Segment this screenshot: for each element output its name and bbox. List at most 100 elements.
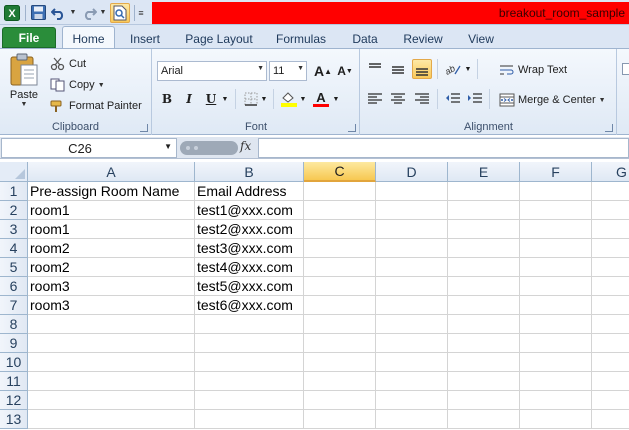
- font-size-dropdown-icon[interactable]: ▼: [297, 65, 304, 72]
- cell-f5[interactable]: [520, 258, 592, 277]
- tab-view[interactable]: View: [458, 29, 504, 49]
- cell-d11[interactable]: [376, 372, 448, 391]
- cell-g10[interactable]: [592, 353, 629, 372]
- worksheet-grid[interactable]: ABCDEFG 1 2 3 4 5 6 7 8 9 10 11 12 13 Pre-assign Roo…: [0, 162, 629, 430]
- row-header-5[interactable]: 5: [0, 258, 28, 277]
- cell-c1[interactable]: [304, 182, 376, 201]
- column-header-d[interactable]: D: [376, 162, 448, 182]
- orientation-icon[interactable]: ab: [443, 59, 463, 79]
- cell-g3[interactable]: [592, 220, 629, 239]
- underline-button[interactable]: U: [201, 89, 221, 109]
- cell-a3[interactable]: room1: [28, 220, 195, 239]
- cell-c5[interactable]: [304, 258, 376, 277]
- cell-f7[interactable]: [520, 296, 592, 315]
- cell-b11[interactable]: [195, 372, 304, 391]
- tab-formulas[interactable]: Formulas: [268, 29, 334, 49]
- cell-f1[interactable]: [520, 182, 592, 201]
- cell-d12[interactable]: [376, 391, 448, 410]
- merge-center-button[interactable]: Merge & Center ▼: [499, 91, 606, 109]
- row-header-12[interactable]: 12: [0, 391, 28, 410]
- cell-b4[interactable]: test3@xxx.com: [195, 239, 304, 258]
- cell-c8[interactable]: [304, 315, 376, 334]
- cell-e13[interactable]: [448, 410, 520, 429]
- copy-button[interactable]: Copy ▼: [50, 76, 105, 94]
- cell-f10[interactable]: [520, 353, 592, 372]
- cell-e8[interactable]: [448, 315, 520, 334]
- cell-a12[interactable]: [28, 391, 195, 410]
- cell-f12[interactable]: [520, 391, 592, 410]
- cell-e12[interactable]: [448, 391, 520, 410]
- row-header-9[interactable]: 9: [0, 334, 28, 353]
- cell-g6[interactable]: [592, 277, 629, 296]
- redo-icon[interactable]: [80, 4, 98, 22]
- row-header-7[interactable]: 7: [0, 296, 28, 315]
- align-left-icon[interactable]: [365, 89, 385, 109]
- increase-indent-icon[interactable]: [465, 89, 485, 109]
- cell-g9[interactable]: [592, 334, 629, 353]
- row-header-1[interactable]: 1: [0, 182, 28, 201]
- cell-c11[interactable]: [304, 372, 376, 391]
- cell-d3[interactable]: [376, 220, 448, 239]
- cut-button[interactable]: Cut: [50, 55, 86, 73]
- cell-d1[interactable]: [376, 182, 448, 201]
- orientation-dropdown-icon[interactable]: ▼: [463, 59, 473, 79]
- cell-g7[interactable]: [592, 296, 629, 315]
- row-header-4[interactable]: 4: [0, 239, 28, 258]
- column-header-c[interactable]: C: [304, 162, 376, 182]
- fill-color-dropdown-icon[interactable]: ▼: [298, 89, 308, 109]
- font-size-combobox[interactable]: 11 ▼: [269, 61, 307, 81]
- column-header-e[interactable]: E: [448, 162, 520, 182]
- cell-d2[interactable]: [376, 201, 448, 220]
- cell-b10[interactable]: [195, 353, 304, 372]
- cell-b12[interactable]: [195, 391, 304, 410]
- cell-g8[interactable]: [592, 315, 629, 334]
- cell-b3[interactable]: test2@xxx.com: [195, 220, 304, 239]
- borders-dropdown-icon[interactable]: ▼: [259, 89, 269, 109]
- row-header-3[interactable]: 3: [0, 220, 28, 239]
- insert-function-button[interactable]: fx: [240, 139, 251, 153]
- number-format-combobox-partial[interactable]: [622, 63, 629, 75]
- cell-a1[interactable]: Pre-assign Room Name: [28, 182, 195, 201]
- cell-e10[interactable]: [448, 353, 520, 372]
- borders-icon[interactable]: [241, 89, 261, 109]
- align-right-icon[interactable]: [412, 89, 432, 109]
- font-color-dropdown-icon[interactable]: ▼: [331, 89, 341, 109]
- cell-f11[interactable]: [520, 372, 592, 391]
- cell-g11[interactable]: [592, 372, 629, 391]
- decrease-indent-icon[interactable]: [443, 89, 463, 109]
- cell-c4[interactable]: [304, 239, 376, 258]
- row-header-11[interactable]: 11: [0, 372, 28, 391]
- customize-qat-icon[interactable]: ≡: [136, 4, 146, 22]
- save-icon[interactable]: [29, 4, 47, 22]
- tab-review[interactable]: Review: [396, 29, 450, 49]
- align-center-icon[interactable]: [388, 89, 408, 109]
- cell-b13[interactable]: [195, 410, 304, 429]
- align-bottom-icon[interactable]: [412, 59, 432, 79]
- excel-logo-icon[interactable]: X: [3, 4, 21, 22]
- cell-a6[interactable]: room3: [28, 277, 195, 296]
- row-header-8[interactable]: 8: [0, 315, 28, 334]
- cell-c9[interactable]: [304, 334, 376, 353]
- tab-insert[interactable]: Insert: [120, 29, 170, 49]
- cell-b7[interactable]: test6@xxx.com: [195, 296, 304, 315]
- underline-dropdown-icon[interactable]: ▼: [220, 89, 230, 109]
- cell-d13[interactable]: [376, 410, 448, 429]
- undo-icon[interactable]: [50, 4, 68, 22]
- font-dialog-launcher-icon[interactable]: [348, 124, 356, 132]
- cell-f6[interactable]: [520, 277, 592, 296]
- cell-f4[interactable]: [520, 239, 592, 258]
- cell-b9[interactable]: [195, 334, 304, 353]
- cell-a7[interactable]: room3: [28, 296, 195, 315]
- cell-g12[interactable]: [592, 391, 629, 410]
- font-color-icon[interactable]: A: [311, 89, 331, 109]
- paste-button[interactable]: Paste ▼: [6, 53, 42, 108]
- cell-c3[interactable]: [304, 220, 376, 239]
- formula-input[interactable]: [258, 138, 629, 158]
- align-top-icon[interactable]: [365, 59, 385, 79]
- row-header-2[interactable]: 2: [0, 201, 28, 220]
- cell-g1[interactable]: [592, 182, 629, 201]
- cell-a2[interactable]: room1: [28, 201, 195, 220]
- cell-g13[interactable]: [592, 410, 629, 429]
- cell-f9[interactable]: [520, 334, 592, 353]
- cell-g4[interactable]: [592, 239, 629, 258]
